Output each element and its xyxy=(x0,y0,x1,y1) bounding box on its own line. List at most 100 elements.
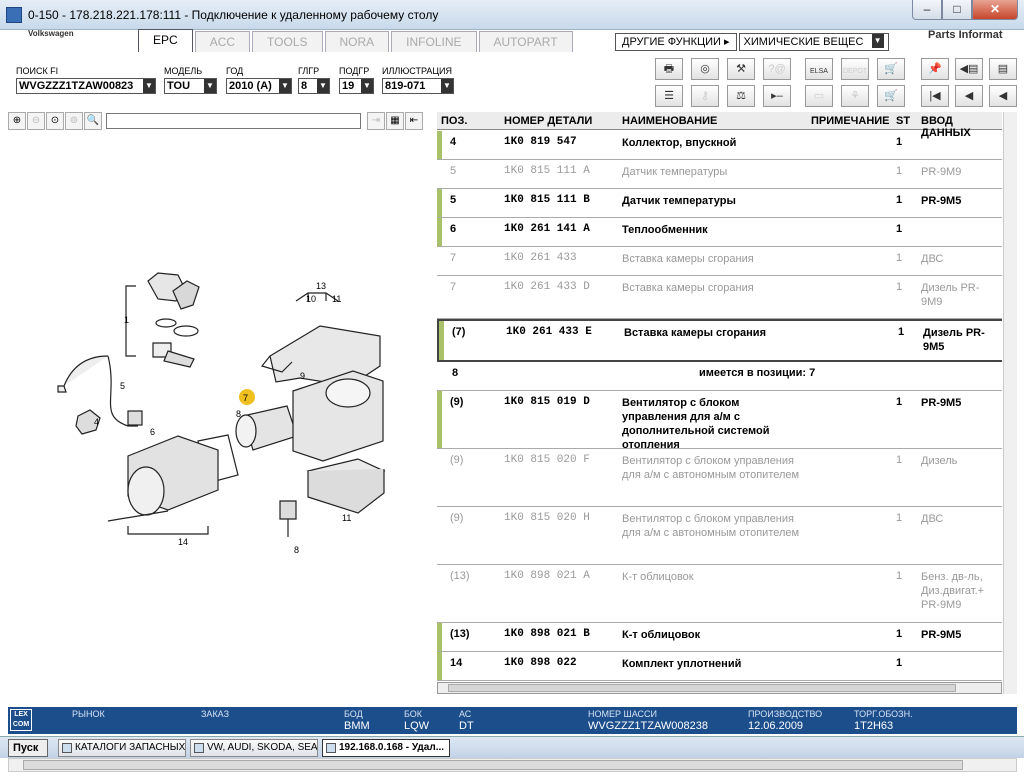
callout-label[interactable]: 8 xyxy=(236,409,241,419)
task-rdp[interactable]: 192.168.0.168 - Удал... xyxy=(322,739,450,757)
vin-field[interactable]: WVGZZZ1TZAW00823 ▼ xyxy=(16,78,156,94)
vertical-scrollbar[interactable] xyxy=(1003,112,1017,694)
other-functions-button[interactable]: ДРУГИЕ ФУНКЦИИ ▸ xyxy=(615,33,737,51)
callout-label[interactable]: 4 xyxy=(94,417,99,427)
table-row[interactable]: 7 1K0 261 433 D Вставка камеры сгорания 1 Ди… xyxy=(437,276,1002,319)
maximize-button[interactable]: □ xyxy=(942,0,972,20)
model-select[interactable]: TOU ▼ xyxy=(164,78,217,94)
close-button[interactable]: ✕ xyxy=(972,0,1018,20)
tab-acc[interactable]: ACC xyxy=(194,31,251,52)
callout-label[interactable]: 11 xyxy=(342,513,351,523)
key-icon[interactable]: ⚷ xyxy=(691,85,719,107)
zoom-fit-icon[interactable]: ⊙ xyxy=(46,112,64,130)
bottom-scrollbar[interactable] xyxy=(8,758,1017,772)
elsa-button[interactable]: ELSA xyxy=(805,58,833,80)
table-row[interactable]: 4 1K0 819 547 Коллектор, впускной 1 xyxy=(437,131,1002,160)
start-button[interactable]: Пуск xyxy=(8,739,48,757)
zoom-in-icon[interactable]: ⊕ xyxy=(8,112,26,130)
depot-button[interactable]: DEPOT xyxy=(841,58,869,80)
table-row[interactable]: 14 1K0 898 022 Комплект уплотнений 1 xyxy=(437,652,1002,681)
task-catalogs[interactable]: КАТАЛОГИ ЗАПАСНЫХ ... xyxy=(58,739,186,757)
scroll-thumb[interactable] xyxy=(23,760,963,770)
doc-icon[interactable]: ▤ xyxy=(989,58,1017,80)
table-row[interactable]: (9) 1K0 815 020 H Вентилятор с блоком упра… xyxy=(437,507,1002,565)
sub-group-select[interactable]: 19 ▼ xyxy=(339,78,374,94)
tree-icon[interactable]: ⚘ xyxy=(841,85,869,107)
cell-data: PR-9M5 xyxy=(921,397,962,409)
table-row[interactable]: 5 1K0 815 111 A Датчик температуры 1 PR-9M9 xyxy=(437,160,1002,189)
year-label: ГОД xyxy=(226,66,244,76)
tab-epc[interactable]: EPC xyxy=(138,29,193,52)
year-select[interactable]: 2010 (A) ▼ xyxy=(226,78,292,94)
cart-out-icon[interactable]: 🛒 xyxy=(877,58,905,80)
prev-page-icon[interactable]: ◀▤ xyxy=(955,58,983,80)
row-marker xyxy=(437,131,442,159)
callout-label[interactable]: 6 xyxy=(150,427,155,437)
cell-pos: 7 xyxy=(450,252,457,264)
previous-icon[interactable]: ◀ xyxy=(955,85,983,107)
table-row[interactable]: 5 1K0 815 111 B Датчик температуры 1 PR-9M5 xyxy=(437,189,1002,218)
callout-label[interactable]: 8 xyxy=(294,545,299,555)
col-pos[interactable]: ПОЗ. xyxy=(441,115,467,127)
disc-icon[interactable]: ◎ xyxy=(691,58,719,80)
task-vw[interactable]: VW, AUDI, SKODA, SEAT xyxy=(190,739,318,757)
parts-illustration[interactable]: 1310 11154789611814 xyxy=(8,131,436,697)
table-row[interactable]: (13) 1K0 898 021 A К-т облицовок 1 Бенз. дв-… xyxy=(437,565,1002,623)
col-name[interactable]: НАИМЕНОВАНИЕ xyxy=(622,115,717,127)
callout-label[interactable]: 13 xyxy=(316,281,326,291)
tab-autopart[interactable]: AUTOPART xyxy=(478,31,573,52)
split-icon[interactable]: ⇥ xyxy=(367,112,385,130)
back-icon[interactable]: ◀ xyxy=(989,85,1017,107)
callout-label[interactable]: 9 xyxy=(300,371,305,381)
cell-st: 1 xyxy=(896,454,903,466)
tab-nora[interactable]: NORA xyxy=(324,31,390,52)
cart-icon[interactable]: 🛒 xyxy=(877,85,905,107)
table-row[interactable]: 7 1K0 261 433 Вставка камеры сгорания 1 ДВС xyxy=(437,247,1002,276)
expand-icon[interactable]: ⇤ xyxy=(405,112,423,130)
col-part-number[interactable]: НОМЕР ДЕТАЛИ xyxy=(504,115,592,127)
pin-icon[interactable]: 📌 xyxy=(921,58,949,80)
callout-label[interactable]: 10 xyxy=(306,294,316,304)
table-row[interactable]: (9) 1K0 815 020 F Вентилятор с блоком упра… xyxy=(437,449,1002,507)
tab-tools[interactable]: TOOLS xyxy=(252,31,323,52)
trade-label: ТОРГ.ОБОЗН. xyxy=(854,709,913,719)
cell-st: 1 xyxy=(898,326,905,338)
cell-data: Дизель PR-9M9 xyxy=(921,282,980,308)
tab-infoline[interactable]: INFOLINE xyxy=(391,31,477,52)
table-horizontal-scrollbar[interactable] xyxy=(437,682,1002,694)
zoom-out-icon[interactable]: ⊖ xyxy=(27,112,45,130)
scale-icon[interactable]: ⚖ xyxy=(727,85,755,107)
callout-label[interactable]: 5 xyxy=(120,381,125,391)
cell-data: PR-9M9 xyxy=(921,166,962,178)
chemicals-select[interactable]: ХИМИЧЕСКИЕ ВЕЩЕС ▼ xyxy=(738,33,889,51)
image-search-input[interactable] xyxy=(106,113,361,129)
tools-icon[interactable]: ⚒ xyxy=(727,58,755,80)
help-icon[interactable]: ?@ xyxy=(763,58,791,80)
list-icon[interactable]: ☰ xyxy=(655,85,683,107)
col-st[interactable]: ST xyxy=(896,115,910,127)
cell-name: К-т облицовок xyxy=(622,629,701,641)
cell-data: PR-9M5 xyxy=(921,195,962,207)
sub-group-label: ПОДГР xyxy=(339,66,370,76)
first-page-icon[interactable]: |◀ xyxy=(921,85,949,107)
table-row[interactable]: 6 1K0 261 141 A Теплообменник 1 xyxy=(437,218,1002,247)
print-icon[interactable]: 🖶 xyxy=(655,58,683,80)
main-group-select[interactable]: 8 ▼ xyxy=(298,78,330,94)
minimize-button[interactable]: – xyxy=(912,0,942,20)
play-icon[interactable]: ▸– xyxy=(763,85,791,107)
callout-label[interactable]: 1 xyxy=(124,315,129,325)
magnifier-icon[interactable]: 🔍 xyxy=(84,112,102,130)
table-row[interactable]: (9) 1K0 815 019 D Вентилятор с блоком упра… xyxy=(437,391,1002,451)
callout-label[interactable]: 11 xyxy=(332,294,341,304)
layout-icon[interactable]: ▦ xyxy=(386,112,404,130)
table-row[interactable]: (13) 1K0 898 021 B К-т облицовок 1 PR-9M5 xyxy=(437,623,1002,652)
table-row[interactable]: (7) 1K0 261 433 E Вставка камеры сгорания 1… xyxy=(437,319,1002,362)
scroll-thumb[interactable] xyxy=(448,684,956,692)
zoom-reset-icon[interactable]: ⊚ xyxy=(65,112,83,130)
callout-label[interactable]: 7 xyxy=(243,393,248,403)
callout-label[interactable]: 14 xyxy=(178,537,188,547)
illustration-select[interactable]: 819-071 ▼ xyxy=(382,78,454,94)
table-row[interactable]: 8 имеется в позиции: 7 xyxy=(437,362,1002,391)
col-note[interactable]: ПРИМЕЧАНИЕ xyxy=(811,115,890,127)
window-icon[interactable]: ▭ xyxy=(805,85,833,107)
